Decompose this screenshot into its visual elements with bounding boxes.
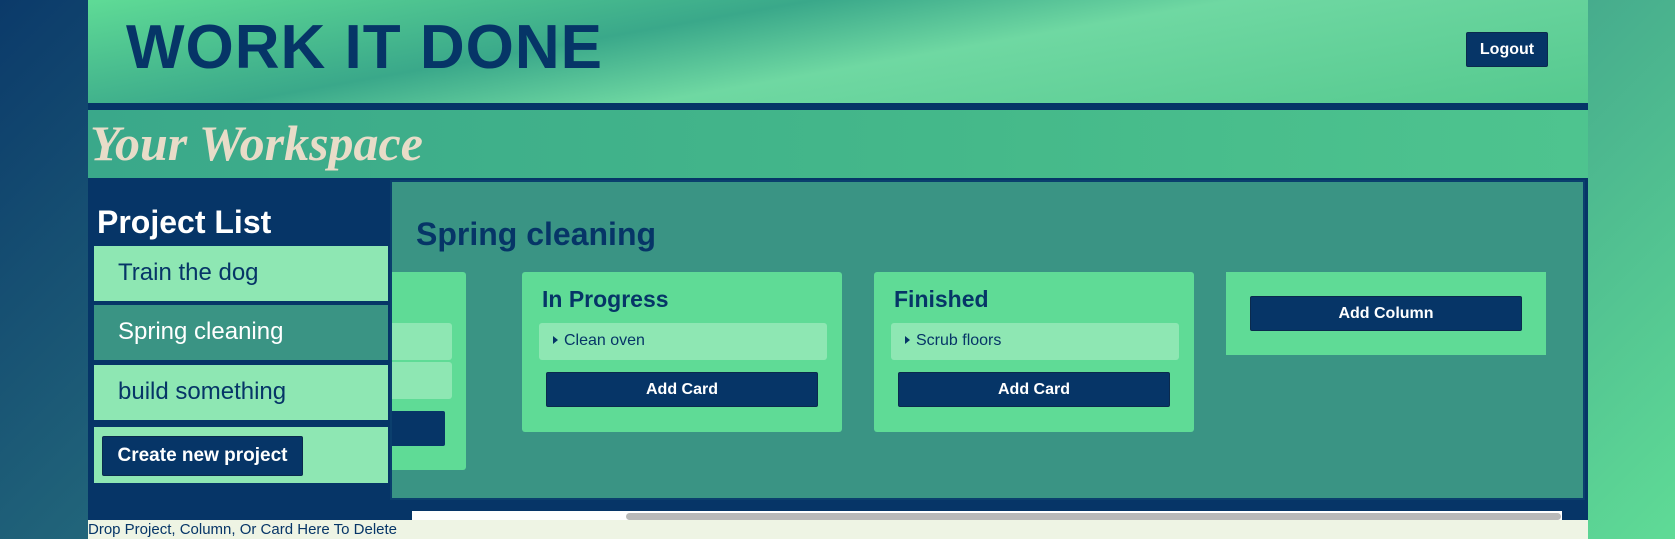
column-title: Finished (894, 286, 989, 312)
column-finished[interactable]: Finished Scrub floors Add Card (874, 272, 1194, 432)
delete-drop-zone[interactable]: Drop Project, Column, Or Card Here To De… (88, 520, 1588, 539)
project-item-label: Train the dog (118, 259, 259, 286)
add-card-button-partial[interactable] (392, 411, 445, 446)
project-list-title: Project List (97, 204, 272, 240)
card-partial[interactable] (392, 323, 452, 360)
main-area: Project List Train the dog Spring cleani… (88, 178, 1588, 520)
app-frame: WORK IT DONE Logout Your Workspace Proje… (88, 0, 1588, 539)
project-sidebar: Project List Train the dog Spring cleani… (88, 178, 388, 520)
add-column-box: Add Column (1226, 272, 1546, 355)
card-label: Scrub floors (916, 332, 1002, 349)
project-item-train-the-dog[interactable]: Train the dog (94, 246, 388, 301)
project-item-label: Spring cleaning (118, 318, 284, 345)
column-partial[interactable] (392, 272, 466, 470)
scrollbar-thumb[interactable] (626, 513, 1561, 520)
column-in-progress[interactable]: In Progress Clean oven Add Card (522, 272, 842, 432)
project-item-label: build something (118, 378, 287, 405)
card[interactable]: Clean oven (539, 323, 827, 360)
add-card-button[interactable]: Add Card (546, 372, 818, 407)
create-project-row: Create new project (94, 427, 388, 483)
card[interactable]: Scrub floors (891, 323, 1179, 360)
board-horizontal-scrollbar[interactable] (412, 511, 1562, 520)
add-card-button[interactable]: Add Card (898, 372, 1170, 407)
card-partial[interactable] (392, 362, 452, 399)
caret-right-icon (905, 336, 910, 344)
card-label: Clean oven (564, 332, 645, 349)
add-column-button[interactable]: Add Column (1250, 296, 1522, 331)
column-title: In Progress (542, 286, 669, 312)
project-item-spring-cleaning[interactable]: Spring cleaning (94, 305, 388, 360)
app-header: WORK IT DONE Logout (88, 0, 1588, 110)
workspace-title: Your Workspace (90, 115, 423, 171)
create-project-button[interactable]: Create new project (102, 436, 303, 476)
caret-right-icon (553, 336, 558, 344)
project-board[interactable]: Spring cleaning In Progress Clean oven A… (390, 180, 1585, 500)
project-item-build-something[interactable]: build something (94, 365, 388, 420)
app-title: WORK IT DONE (126, 13, 603, 82)
workspace-band: Your Workspace (88, 110, 1588, 178)
board-title: Spring cleaning (416, 216, 657, 252)
logout-button[interactable]: Logout (1466, 32, 1548, 67)
